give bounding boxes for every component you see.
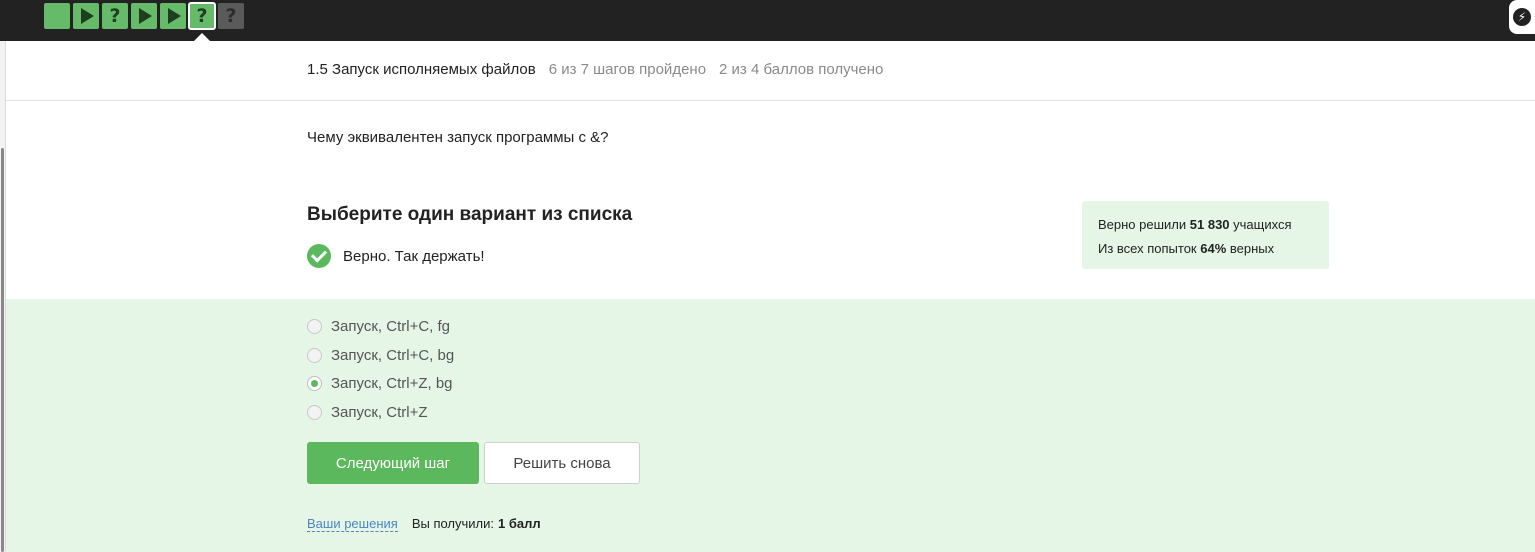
side-panel-button[interactable]: ⚡ <box>1509 0 1535 34</box>
step-4-video[interactable] <box>131 3 157 29</box>
step-6-quiz-current[interactable]: ? <box>188 2 216 41</box>
question-icon: ? <box>225 4 237 27</box>
check-icon <box>307 244 331 268</box>
option-label: Запуск, Ctrl+C, fg <box>331 318 451 335</box>
points-progress: 2 из 4 баллов получено <box>719 61 884 78</box>
correct-percent: 64% <box>1200 241 1227 256</box>
solved-count: 51 830 <box>1189 217 1230 232</box>
play-icon <box>139 8 152 24</box>
play-icon <box>168 8 181 24</box>
step-5-video[interactable] <box>160 3 186 29</box>
lesson-header: 1.5 Запуск исполняемых файлов 6 из 7 шаго… <box>6 41 1535 101</box>
stats-solved: Верно решили 51 830 учащихся <box>1098 217 1292 232</box>
question-icon: ? <box>109 4 121 27</box>
radio-button[interactable] <box>307 319 322 334</box>
radio-button[interactable] <box>307 348 322 363</box>
steps-progress: 6 из 7 шагов пройдено <box>548 61 707 78</box>
radio-button[interactable] <box>307 405 322 420</box>
question-icon: ? <box>196 4 208 27</box>
option-label: Запуск, Ctrl+C, bg <box>331 347 455 364</box>
scrollbar[interactable] <box>1 148 4 552</box>
stats-box: Верно решили 51 830 учащихся Из всех поп… <box>1082 201 1329 269</box>
feedback-text: Верно. Так держать! <box>343 247 485 265</box>
answer-area <box>6 299 1535 552</box>
option-4[interactable]: Запуск, Ctrl+Z <box>307 404 428 421</box>
option-label: Запуск, Ctrl+Z <box>331 404 428 421</box>
solve-again-button[interactable]: Решить снова <box>484 442 640 484</box>
next-step-button[interactable]: Следующий шаг <box>307 442 479 484</box>
lesson-title[interactable]: 1.5 Запуск исполняемых файлов <box>307 61 536 78</box>
option-1[interactable]: Запуск, Ctrl+C, fg <box>307 318 450 335</box>
radio-button-selected[interactable] <box>307 376 322 391</box>
received-label: Вы получили: <box>411 516 495 531</box>
received-value: 1 балл <box>498 516 541 531</box>
step-7-quiz-unsolved[interactable]: ? <box>218 3 244 29</box>
stats-attempts: Из всех попыток 64% верных <box>1098 241 1275 256</box>
lightning-icon: ⚡ <box>1513 8 1531 26</box>
option-label: Запуск, Ctrl+Z, bg <box>331 375 453 392</box>
option-2[interactable]: Запуск, Ctrl+C, bg <box>307 347 454 364</box>
your-solutions-link[interactable]: Ваши решения <box>307 516 398 532</box>
step-navigation: ? ? ? <box>44 2 244 41</box>
feedback: Верно. Так держать! <box>307 244 485 268</box>
option-3-selected[interactable]: Запуск, Ctrl+Z, bg <box>307 375 453 392</box>
task-title: Выберите один вариант из списка <box>307 204 633 225</box>
top-bar: ? ? ? ⚡ <box>0 0 1535 41</box>
step-1-solved[interactable] <box>44 3 70 29</box>
step-3-quiz[interactable]: ? <box>102 3 128 29</box>
step-2-video[interactable] <box>73 3 99 29</box>
question-text: Чему эквивалентен запуск программы с &? <box>307 129 609 146</box>
play-icon <box>81 8 94 24</box>
footer: Ваши решения Вы получили: 1 балл <box>307 516 541 532</box>
